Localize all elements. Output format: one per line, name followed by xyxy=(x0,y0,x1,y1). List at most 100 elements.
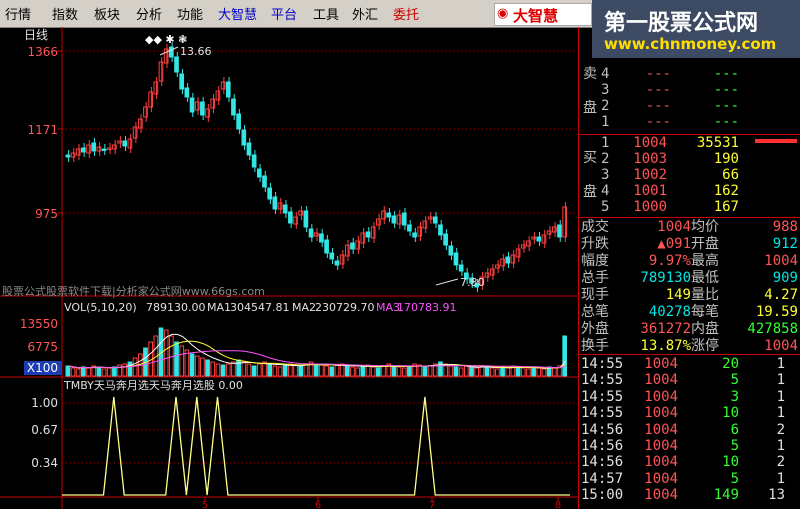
stat-label: 每笔 xyxy=(691,304,719,320)
buy-volume-bar xyxy=(755,139,797,143)
candle-body xyxy=(313,232,319,237)
menu-item-7[interactable]: 工具 xyxy=(313,4,339,23)
volume-bar xyxy=(189,353,195,377)
volume-bar xyxy=(541,368,547,377)
volume-bar xyxy=(303,363,309,377)
volume-bar xyxy=(407,365,412,377)
volume-bar xyxy=(179,345,185,377)
candle-body xyxy=(106,147,112,150)
volume-bar xyxy=(267,363,273,377)
date-label: 7 xyxy=(429,500,435,509)
stat-value: 40278 xyxy=(648,304,691,320)
volume-bar xyxy=(453,366,459,377)
candle-body xyxy=(251,154,257,168)
stat-value: 789130 xyxy=(640,270,691,286)
candle-body xyxy=(122,140,128,147)
candle-body xyxy=(143,106,148,118)
candle-body xyxy=(288,211,293,224)
volume-bar xyxy=(329,366,335,377)
candle-body xyxy=(381,210,386,220)
volume-bar xyxy=(370,366,376,377)
volume-bar xyxy=(106,367,112,377)
stat-label: 总笔 xyxy=(581,304,609,320)
candle-body xyxy=(344,244,350,257)
candle-body xyxy=(267,187,273,200)
buy-volume: 35531 xyxy=(696,135,739,151)
candle-body xyxy=(520,244,526,249)
sell-level-number: 1 xyxy=(601,114,610,130)
menu-item-1[interactable]: 指数 xyxy=(52,4,78,23)
date-label: 5 xyxy=(202,500,208,509)
volume-bar xyxy=(194,355,200,377)
candle-body xyxy=(401,212,407,226)
tick-price: 1004 xyxy=(644,405,678,422)
candle-body xyxy=(526,240,531,247)
buy-side-label: 盘 xyxy=(583,184,597,200)
volume-bar xyxy=(75,368,81,377)
panel-divider xyxy=(579,354,800,355)
candle-body xyxy=(225,81,231,98)
menu-item-8[interactable]: 外汇 xyxy=(352,4,378,23)
volume-bar xyxy=(200,357,205,377)
candle-body xyxy=(329,252,335,260)
menu-item-4[interactable]: 功能 xyxy=(177,4,203,23)
volume-bar xyxy=(417,364,423,377)
volume-bar xyxy=(256,363,262,377)
volume-bar xyxy=(272,365,278,377)
candle-body xyxy=(505,256,511,264)
buy-level-number: 5 xyxy=(601,199,610,215)
candle-body xyxy=(319,233,324,243)
volume-bar xyxy=(313,363,319,377)
tick-price: 1004 xyxy=(644,421,678,438)
candle-body xyxy=(231,98,236,116)
volume-bar xyxy=(70,367,76,377)
menu-item-3[interactable]: 分析 xyxy=(136,4,162,23)
menu-item-0[interactable]: 行情 xyxy=(5,4,31,23)
volume-bar xyxy=(469,366,474,377)
volume-bar xyxy=(225,363,231,377)
candle-body xyxy=(541,234,547,244)
buy-price: 1002 xyxy=(633,167,667,183)
candle-body xyxy=(510,254,516,264)
tick-volume: 5 xyxy=(730,438,739,454)
volume-bar xyxy=(246,363,252,377)
volume-bar xyxy=(344,365,350,377)
buy-volume: 190 xyxy=(713,151,739,167)
menu-item-9[interactable]: 委托 xyxy=(393,4,419,23)
stat-value: 4.27 xyxy=(764,287,798,303)
volume-bar xyxy=(293,364,298,377)
volume-bar xyxy=(220,364,226,377)
buy-price: 1003 xyxy=(633,151,667,167)
volume-bar xyxy=(562,335,568,377)
volume-bar xyxy=(505,367,511,377)
candle-body xyxy=(220,81,226,90)
volume-bar xyxy=(251,365,257,377)
logo-text: 大智慧 xyxy=(513,7,559,25)
volume-header-text: MA1 xyxy=(207,301,231,314)
candle-body xyxy=(391,215,397,224)
menu-item-6[interactable]: 平台 xyxy=(271,4,297,23)
volume-bar xyxy=(422,366,428,377)
candle-body xyxy=(515,248,521,258)
candle-body xyxy=(443,233,448,246)
volume-bar xyxy=(101,368,107,377)
candle-body xyxy=(350,242,355,250)
stat-label: 成交 xyxy=(581,219,609,235)
volume-bar xyxy=(112,366,117,377)
menu-item-2[interactable]: 板块 xyxy=(94,4,120,23)
volume-bar xyxy=(132,357,138,377)
candle-body xyxy=(117,140,122,144)
candle-body xyxy=(91,142,97,152)
tick-time: 14:56 xyxy=(581,438,624,454)
volume-bar xyxy=(86,367,91,377)
candle-body xyxy=(293,216,298,225)
tick-time: 14:56 xyxy=(581,421,624,438)
candle-body xyxy=(200,101,205,116)
chart-area[interactable]: 日线 1366 1171 975 ◆◆ ✱ ❃ 13.66 7.80 股票公式股票软件下载|分… xyxy=(0,27,578,509)
volume-bar xyxy=(65,365,71,377)
buy-level-number: 4 xyxy=(601,183,610,199)
volume-tick-label: 6775 xyxy=(27,340,58,354)
menu-item-5[interactable]: 大智慧 xyxy=(218,4,257,23)
candle-body xyxy=(194,101,200,111)
volume-bar xyxy=(241,361,247,377)
